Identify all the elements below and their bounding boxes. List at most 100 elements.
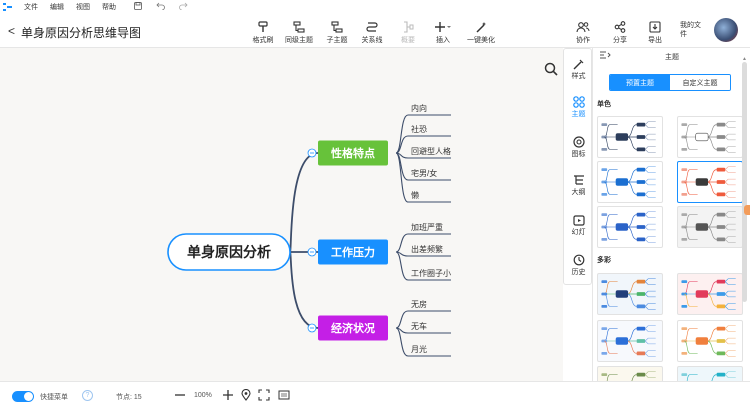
back-button[interactable]: < [8,24,15,38]
root-node-label: 单身原因分析 [187,244,271,260]
mindmap[interactable]: 单身原因分析 性格特点 内向社恐回避型人格宅男/女懒工作压力 加班严重出差频繁工作圈子… [0,48,563,381]
share-button[interactable]: 分享 [601,18,639,45]
zoom-in-icon[interactable] [222,389,234,403]
tab-history-label: 历史 [571,269,586,276]
theme-preview [601,211,656,243]
menu-bar: 文件 编辑 视图 帮助 [0,0,750,14]
theme-thumbnail[interactable] [677,116,743,158]
theme-thumbnail[interactable] [597,320,663,362]
collaborate-icon [564,18,602,35]
theme-preview [681,166,736,198]
save-icon[interactable] [134,2,142,12]
child-node[interactable]: 宅男/女 [411,168,437,178]
format-brush-label: 格式刷 [252,37,274,44]
child-node[interactable]: 无房 [411,299,427,309]
child-node[interactable]: 回避型人格 [411,146,451,156]
relation-line-label: 关系线 [361,37,383,44]
relation-line-icon [353,18,391,35]
toolbar: < 单身原因分析思维导图 格式刷 同级主题 子主题 关系线 概要 插入 一键美化… [0,14,750,48]
zoom-level: 100% [194,392,212,399]
icon-library-icon [564,135,593,149]
avatar[interactable] [714,18,738,42]
theme-thumbnail[interactable] [677,273,743,315]
style-icon [564,57,593,71]
child-node[interactable]: 社恐 [411,124,427,134]
menu-help[interactable]: 帮助 [102,2,116,12]
theme-preview [681,325,736,357]
subtopic-icon [318,18,356,35]
tab-outline-label: 大纲 [571,189,586,196]
undo-icon[interactable] [156,2,165,12]
theme-thumbnail[interactable] [677,320,743,362]
collaborate-button[interactable]: 协作 [564,18,602,45]
zoom-out-icon[interactable] [174,389,186,403]
tab-history[interactable]: 历史 [564,253,593,277]
panel-title: 主题 [665,54,679,61]
branch-node-label: 经济状况 [331,321,375,335]
relation-line-button[interactable]: 关系线 [353,18,391,45]
beautify-button[interactable]: 一键美化 [462,18,500,45]
branch-connector [289,152,319,253]
tab-theme[interactable]: 主题 [564,95,593,119]
child-node[interactable]: 无车 [411,321,427,331]
tab-preset-theme[interactable]: 预置主题 [610,75,670,90]
minimap-icon[interactable] [278,389,290,403]
tab-slides[interactable]: 幻灯 [564,213,593,237]
sibling-topic-button[interactable]: 同级主题 [280,18,318,45]
share-icon [601,18,639,35]
theme-thumbnail[interactable] [677,206,743,248]
theme-thumbnail[interactable] [597,206,663,248]
status-bar: 快捷菜单 ? 节点: 15 100% [0,381,750,409]
insert-icon [424,18,462,35]
menu-edit[interactable]: 编辑 [50,2,64,12]
child-node[interactable]: 月光 [411,344,427,354]
theme-panel: 主题 预置主题 自定义主题 单色 多彩 [592,48,750,408]
section-mono: 单色 [597,101,611,108]
tab-icons[interactable]: 图标 [564,135,593,159]
share-label: 分享 [613,37,627,44]
theme-thumbnail[interactable] [677,161,743,203]
tab-style[interactable]: 样式 [564,57,593,81]
fit-screen-icon[interactable] [258,389,270,403]
child-node[interactable]: 工作圈子小 [411,268,451,278]
summary-icon [389,18,427,35]
child-node[interactable]: 内向 [411,103,427,113]
my-files-link[interactable]: 我的文件 [680,21,706,39]
format-brush-button[interactable]: 格式刷 [244,18,282,45]
child-node[interactable]: 出差频繁 [411,244,443,254]
locate-icon[interactable] [241,388,251,403]
theme-preview [601,325,656,357]
theme-preview [601,121,656,153]
insert-label: 插入 [436,37,450,44]
summary-label: 概要 [401,37,415,44]
export-button[interactable]: 导出 [636,18,674,45]
branch-connector [289,251,319,329]
theme-tab-switch: 预置主题 自定义主题 [609,74,731,91]
magic-wand-icon [462,18,500,35]
child-node[interactable]: 加班严重 [411,222,443,232]
tab-outline[interactable]: 大纲 [564,173,593,197]
theme-thumbnail[interactable] [597,116,663,158]
panel-scrollbar[interactable] [742,62,747,302]
theme-preview [681,278,736,310]
child-node[interactable]: 懒 [411,190,419,200]
notification-tab[interactable] [744,205,750,215]
theme-thumbnail[interactable] [597,161,663,203]
search-icon[interactable] [543,61,559,77]
theme-preview [601,166,656,198]
help-icon[interactable]: ? [82,390,93,401]
tab-custom-theme[interactable]: 自定义主题 [670,75,730,90]
tab-slides-label: 幻灯 [571,229,586,236]
app-logo-icon[interactable] [0,0,14,14]
mindmap-canvas[interactable]: 单身原因分析 性格特点 内向 社恐 回避型人格 宅男/女懒工作压力 加班严重 出差频繁 工作圈子… [0,48,563,381]
theme-thumbnail[interactable] [597,273,663,315]
summary-button[interactable]: 概要 [389,18,427,45]
section-colorful: 多彩 [597,257,611,264]
menu-file[interactable]: 文件 [24,2,38,12]
subtopic-button[interactable]: 子主题 [318,18,356,45]
insert-button[interactable]: 插入 [424,18,462,45]
quick-menu-toggle[interactable] [12,391,34,402]
redo-icon[interactable] [179,2,188,12]
document-title[interactable]: 单身原因分析思维导图 [21,24,141,41]
menu-view[interactable]: 视图 [76,2,90,12]
